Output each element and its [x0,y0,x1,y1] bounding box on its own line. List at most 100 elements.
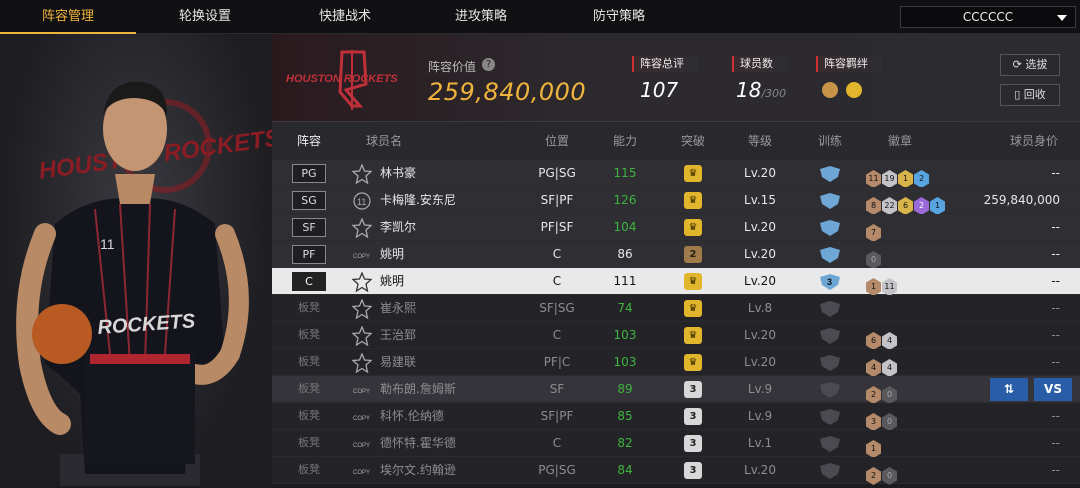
badge-icon: 2 [866,386,881,404]
tab-quick-tactics[interactable]: 快捷战术 [280,0,410,34]
chevron-down-icon [1057,15,1067,21]
tab-offense[interactable]: 进攻策略 [416,0,546,34]
player-name[interactable]: 王治郅 [380,322,416,349]
table-row[interactable]: 板凳 COPY 埃尔文.约翰逊 PG|SG 84 3 Lv.20 2 0 -- [272,457,1080,485]
player-portrait: HOUSTON ROCKETS ROCKETS 11 [0,34,272,486]
swap-button[interactable]: ⇅ [990,378,1028,401]
table-row[interactable]: 板凳 王治郅 C 103 ♛ Lv.20 6 4 -- [272,322,1080,350]
header-level[interactable]: 等级 [732,122,788,160]
header-position[interactable]: 位置 [527,122,587,160]
tab-rotation[interactable]: 轮换设置 [140,0,270,34]
help-icon[interactable]: ? [482,58,495,71]
table-row[interactable]: 板凳 崔永熙 SF|SG 74 ♛ Lv.8 -- [272,295,1080,322]
training-shield-icon [820,328,840,344]
copy-card-icon: COPY [353,443,370,449]
badge-list: 20 [866,461,898,485]
player-value: -- [1051,166,1060,180]
training-shield-icon [820,436,840,452]
player-level: Lv.20 [744,328,776,342]
crown-icon: ♛ [684,165,702,182]
lineup-slot[interactable]: 板凳 [292,434,326,453]
player-name[interactable]: 埃尔文.约翰逊 [380,457,456,484]
number-11-emblem-icon: 11 [353,192,371,210]
chemistry-icon[interactable] [846,82,862,98]
header-badges[interactable]: 徽章 [870,122,930,160]
breakthrough-badge: 3 [684,462,702,479]
player-value: -- [1051,328,1060,342]
badge-icon: 8 [866,197,881,215]
lineup-slot[interactable]: SG [292,191,326,210]
player-ability: 103 [613,328,637,342]
lineup-slot[interactable]: PF [292,245,326,264]
player-name[interactable]: 李凯尔 [380,214,416,241]
table-row[interactable]: PG 林书豪 PG|SG 115 ♛ Lv.20 11 19 1 2 -- [272,160,1080,188]
player-name[interactable]: 科怀.伦纳德 [380,403,444,430]
player-position: SF [549,382,565,396]
player-illustration: HOUSTON ROCKETS ROCKETS 11 [16,81,272,486]
badge-icon: 1 [866,440,881,458]
lineup-slot[interactable]: 板凳 [292,353,326,372]
player-level: Lv.20 [744,463,776,477]
badge-icon: 4 [882,332,897,350]
player-ability: 104 [613,220,637,234]
player-name[interactable]: 勒布朗.詹姆斯 [380,376,456,403]
table-row[interactable]: 板凳 COPY 德怀特.霍华德 C 82 3 Lv.1 1 -- [272,430,1080,458]
lineup-value: 259,840,000 [428,78,587,106]
copy-card-icon: COPY [353,470,370,476]
lineup-slot[interactable]: 板凳 [292,461,326,480]
player-name[interactable]: 易建联 [380,349,416,376]
player-level: Lv.20 [744,247,776,261]
lineup-slot[interactable]: PG [292,164,326,183]
lineup-slot[interactable]: 板凳 [292,299,326,318]
badge-list: 64 [866,326,898,350]
tab-lineup[interactable]: 阵容管理 [0,0,136,34]
player-position: PG|SG [538,463,576,477]
badge-icon: 6 [866,332,881,350]
lineup-slot[interactable]: 板凳 [292,407,326,426]
player-name[interactable]: 姚明 [380,268,404,295]
table-row[interactable]: 板凳 易建联 PF|C 103 ♛ Lv.20 4 4 -- [272,349,1080,377]
recycle-icon: ▯ [1014,88,1024,101]
player-name[interactable]: 林书豪 [380,160,416,187]
player-level: Lv.20 [744,220,776,234]
table-header: 阵容 球员名 位置 能力 突破 等级 训练 徽章 球员身价 [272,122,1080,160]
header-lineup[interactable]: 阵容 [292,122,326,160]
player-position: SF|PF [540,409,574,423]
refresh-icon: ⟳ [1012,58,1026,71]
lineup-slot[interactable]: C [292,272,326,291]
table-row[interactable]: C 姚明 C 111 ♛ Lv.20 3 1 11 -- [272,268,1080,296]
table-row[interactable]: 板凳 COPY 勒布朗.詹姆斯 SF 89 3 Lv.9 2 0 ⇅ VS [272,376,1080,404]
chemistry-icon[interactable] [822,82,838,98]
table-row[interactable]: 板凳 COPY 科怀.伦纳德 SF|PF 85 3 Lv.9 3 0 -- [272,403,1080,431]
player-ability: 74 [617,301,633,315]
lineup-slot[interactable]: 板凳 [292,380,326,399]
header-value[interactable]: 球员身价 [1000,122,1068,160]
select-button[interactable]: ⟳ 选拔 [1000,54,1060,76]
header-ability[interactable]: 能力 [597,122,653,160]
table-row[interactable]: SG 11 卡梅隆.安东尼 SF|PF 126 ♛ Lv.15 8 22 6 2 1 259,840,0… [272,187,1080,215]
player-name[interactable]: 卡梅隆.安东尼 [380,187,456,214]
tab-defense[interactable]: 防守策略 [554,0,684,34]
lineup-slot[interactable]: SF [292,218,326,237]
player-name[interactable]: 崔永熙 [380,295,416,322]
table-row[interactable]: PF COPY 姚明 C 86 2 Lv.20 0 -- [272,241,1080,269]
player-name[interactable]: 姚明 [380,241,404,268]
header-breakthrough[interactable]: 突破 [664,122,722,160]
top-nav: 阵容管理 轮换设置 快捷战术 进攻策略 防守策略 CCCCCC [0,0,1080,34]
recycle-button-label: 回收 [1023,88,1046,101]
header-name[interactable]: 球员名 [354,122,414,160]
player-level: Lv.20 [744,355,776,369]
svg-text:3: 3 [827,277,832,287]
player-name[interactable]: 德怀特.霍华德 [380,430,456,457]
header-training[interactable]: 训练 [802,122,858,160]
player-position: PF|C [543,355,571,369]
lineup-slot[interactable]: 板凳 [292,326,326,345]
team-dropdown[interactable]: CCCCCC [900,6,1076,28]
table-row[interactable]: SF 李凯尔 PF|SF 104 ♛ Lv.20 7 -- [272,214,1080,242]
crown-icon: ♛ [684,192,702,209]
player-position: PG|SG [538,166,576,180]
vs-button[interactable]: VS [1034,378,1072,401]
player-level: Lv.9 [747,382,773,396]
badge-icon: 0 [866,251,881,269]
recycle-button[interactable]: ▯ 回收 [1000,84,1060,106]
